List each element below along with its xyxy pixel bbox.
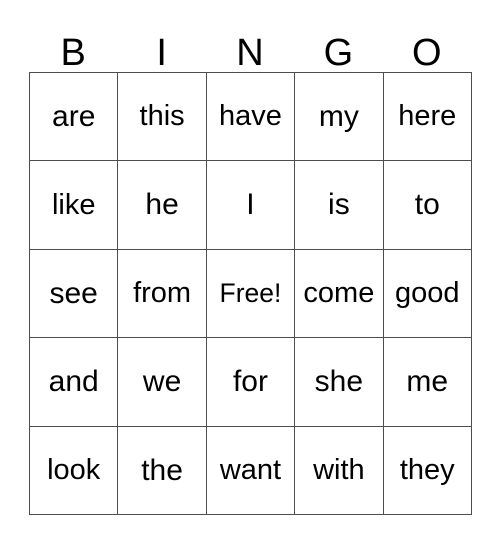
bingo-row: look the want with they [29,426,472,515]
bingo-cell-label: we [142,365,182,399]
bingo-row: see from Free! come good [29,249,472,339]
bingo-row: like he I is to [29,160,472,250]
bingo-cell[interactable]: and [29,337,119,427]
bingo-cell[interactable]: this [117,72,207,162]
bingo-cell[interactable]: are [29,72,119,162]
bingo-cell-label: are [52,99,96,133]
bingo-cell[interactable]: from [117,249,207,339]
bingo-row: and we for she me [29,337,472,427]
bingo-cell[interactable]: to [383,160,472,250]
bingo-cell-label: my [318,99,359,133]
bingo-cell-label: come [303,277,375,310]
bingo-cell[interactable]: with [294,426,384,515]
bingo-cell[interactable]: like [29,160,119,250]
bingo-header-cell-i: I [117,22,205,72]
bingo-header-letter: B [60,32,86,74]
bingo-cell-label: the [141,453,183,487]
bingo-cell[interactable]: she [294,337,384,427]
bingo-card: B I N G O are this have my here like he [0,0,500,544]
bingo-cell[interactable]: he [117,160,207,250]
bingo-cell-label: is [328,188,350,222]
bingo-cell[interactable]: come [294,249,384,339]
bingo-cell-label: they [399,454,455,487]
bingo-cell[interactable]: have [206,72,296,162]
bingo-free-space-cell[interactable]: Free! [206,249,296,339]
bingo-cell[interactable]: my [294,72,384,162]
bingo-cell[interactable]: good [383,249,472,339]
bingo-cell-label: I [246,188,255,222]
bingo-cell[interactable]: here [383,72,472,162]
bingo-cell-label: have [219,100,282,133]
bingo-header-row: B I N G O [29,22,471,72]
bingo-header-cell-b: B [29,22,117,72]
bingo-cell-label: to [414,188,440,222]
bingo-cell[interactable]: look [29,426,119,515]
bingo-cell-label: want [219,454,282,487]
bingo-cell[interactable]: they [383,426,472,515]
bingo-header-cell-n: N [206,22,294,72]
bingo-row: are this have my here [29,72,472,162]
bingo-cell-label: this [139,100,185,133]
bingo-cell-label: me [406,365,449,399]
bingo-header-letter: G [323,32,354,74]
bingo-cell[interactable]: want [206,426,296,515]
bingo-cell[interactable]: we [117,337,207,427]
bingo-header-cell-o: O [383,22,471,72]
bingo-cell-label: and [48,365,99,399]
bingo-free-space-label: Free! [219,277,282,308]
bingo-header-letter: I [156,32,167,74]
bingo-cell-label: she [314,365,364,399]
bingo-cell-label: look [47,454,101,487]
bingo-cell[interactable]: I [206,160,296,250]
bingo-cell[interactable]: the [117,426,207,515]
bingo-header-cell-g: G [294,22,382,72]
bingo-cell[interactable]: see [29,249,119,339]
bingo-header-letter: O [412,32,442,74]
bingo-cell-label: here [398,100,457,133]
bingo-cell-label: good [395,277,460,310]
bingo-cell[interactable]: me [383,337,472,427]
bingo-header-letter: N [236,32,264,74]
bingo-cell-label: for [232,365,268,399]
bingo-cell-label: with [313,454,365,487]
bingo-cell-label: he [145,188,179,222]
bingo-cell[interactable]: for [206,337,296,427]
bingo-grid: are this have my here like he I is to se… [29,72,472,515]
bingo-cell-label: like [51,188,96,221]
bingo-cell-label: from [133,277,192,310]
bingo-cell[interactable]: is [294,160,384,250]
bingo-cell-label: see [49,276,98,310]
